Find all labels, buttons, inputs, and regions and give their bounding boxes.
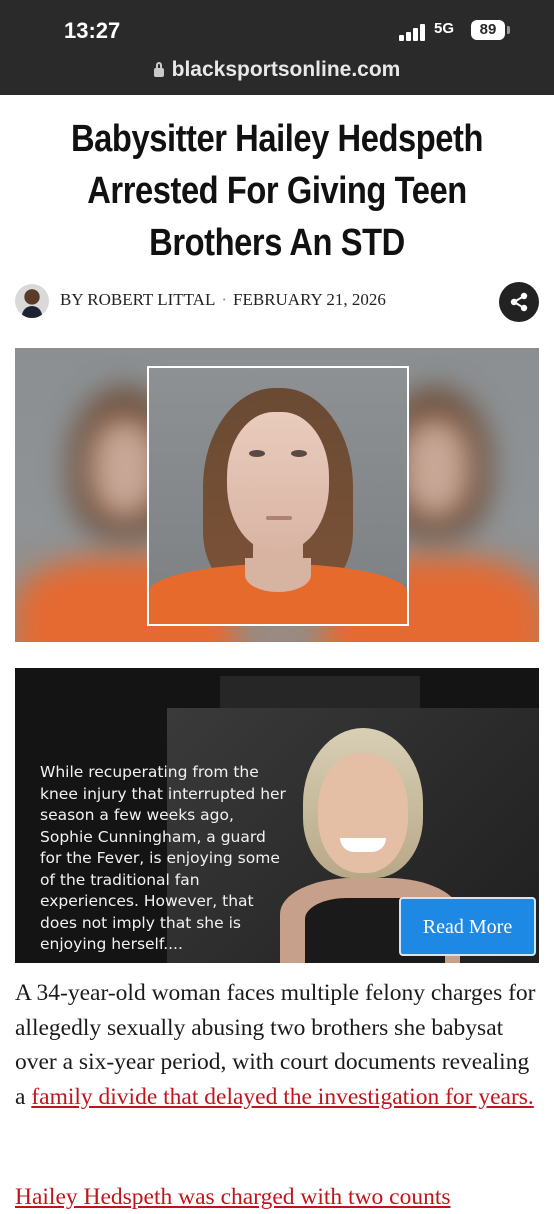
battery-tip [507,26,510,34]
family-divide-link[interactable]: family divide that delayed the investiga… [31,1084,534,1110]
signal-icon [399,23,429,41]
author-name[interactable]: BY ROBERT LITTAL [60,290,215,309]
byline-separator: · [221,290,228,309]
share-button[interactable] [499,282,539,322]
byline: BY ROBERT LITTAL · FEBRUARY 21, 2026 [15,282,539,322]
status-time: 13:27 [64,18,121,43]
share-icon [510,292,528,312]
related-story-ad[interactable]: While recuperating from the knee injury … [15,668,539,963]
network-label: 5G [434,20,455,37]
battery-icon: 89 [471,20,505,40]
article-headline: Babysitter Hailey Hedspeth Arrested For … [71,118,483,264]
status-bar: 13:27 5G 89 blacksportsonline.com [0,0,554,95]
hero-image [15,348,539,642]
ad-teaser-text: While recuperating from the knee injury … [40,763,286,953]
lock-icon [153,62,164,77]
ad-person-smile [340,838,386,852]
ad-person-photo [318,753,408,873]
read-more-button[interactable]: Read More [399,897,536,956]
publish-date: FEBRUARY 21, 2026 [233,290,386,309]
url-bar[interactable]: blacksportsonline.com [0,58,554,92]
author-avatar[interactable] [15,284,49,318]
article-paragraph: A 34-year-old woman faces multiple felon… [15,976,545,1114]
mugshot-photo [147,366,409,626]
byline-text: BY ROBERT LITTAL · FEBRUARY 21, 2026 [60,290,386,310]
url-text: blacksportsonline.com [171,58,401,81]
next-paragraph-link[interactable]: Hailey Hedspeth was charged with two cou… [15,1180,545,1214]
